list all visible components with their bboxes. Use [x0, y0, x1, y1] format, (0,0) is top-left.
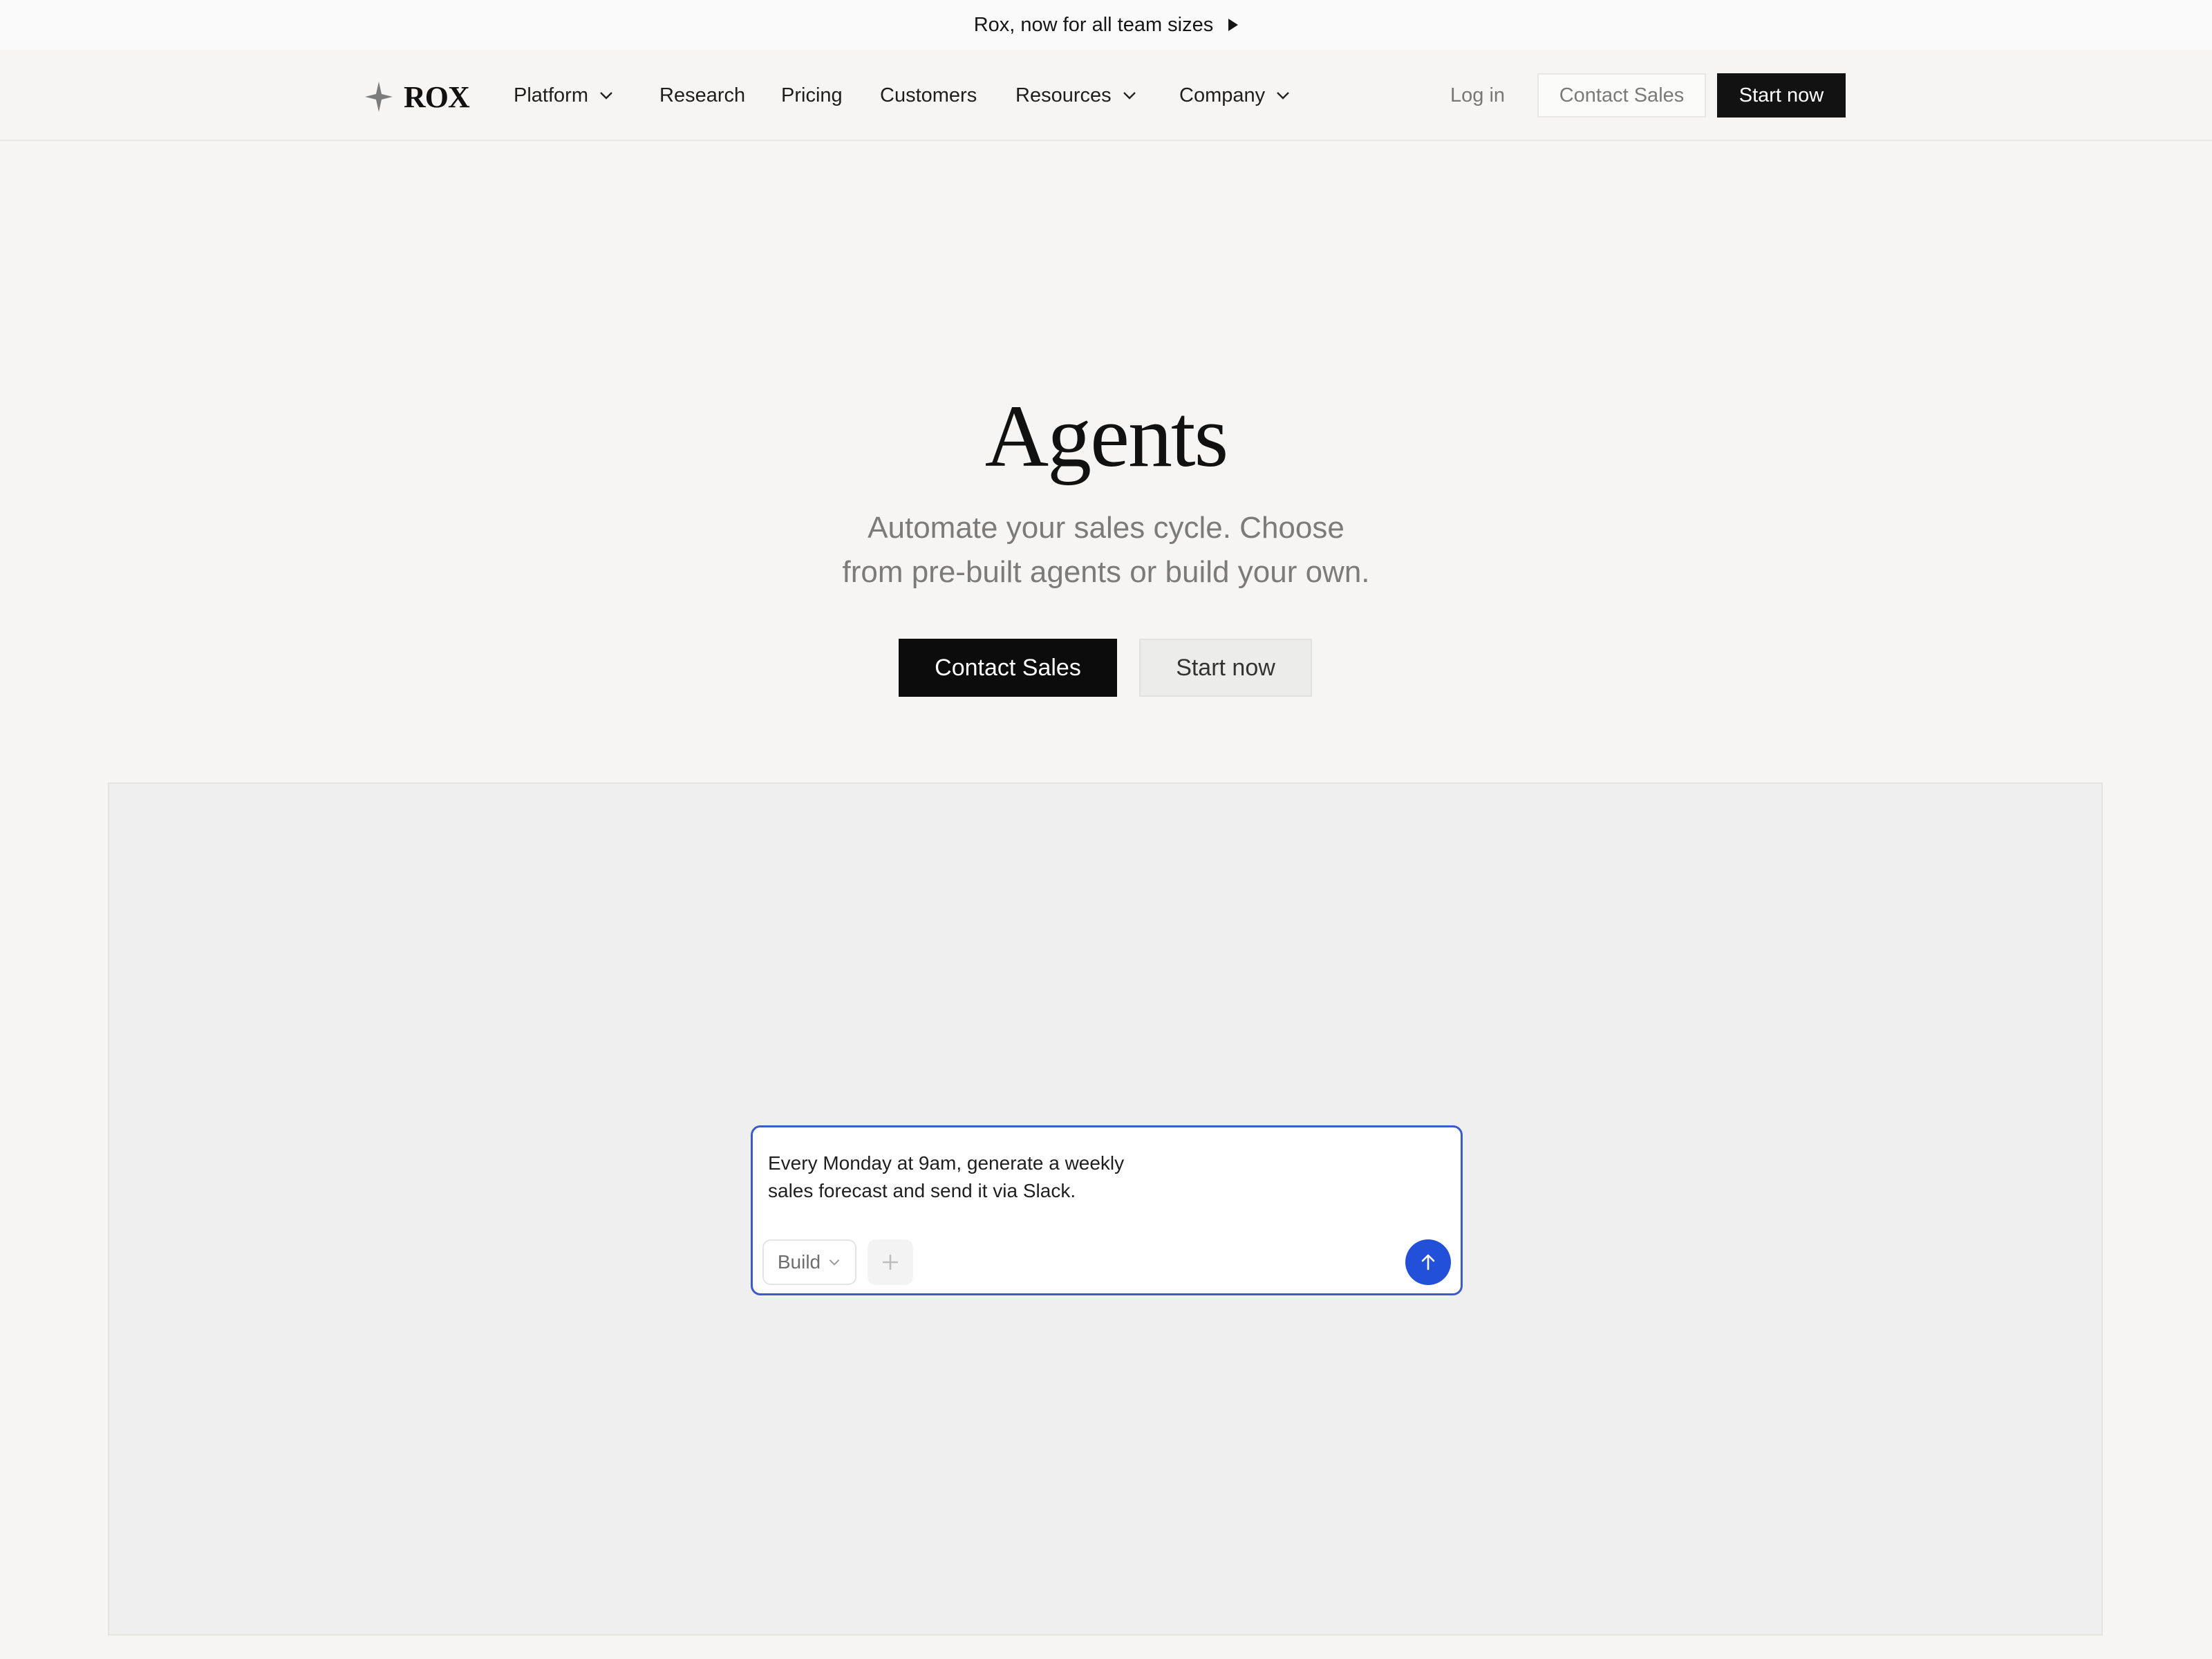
- composer-text-line: sales forecast and send it via Slack.: [768, 1180, 1076, 1201]
- hero-subtitle-line: Automate your sales cycle. Choose: [868, 511, 1344, 545]
- send-button[interactable]: [1405, 1239, 1451, 1285]
- add-button[interactable]: [868, 1239, 913, 1285]
- nav-item-label: Research: [659, 84, 746, 106]
- hero-start-now-button[interactable]: Start now: [1139, 639, 1312, 697]
- agent-demo-panel: Every Monday at 9am, generate a weekly s…: [108, 782, 2103, 1635]
- mode-select[interactable]: Build: [762, 1239, 856, 1285]
- nav-item-company[interactable]: Company: [1179, 82, 1291, 109]
- play-icon: [1228, 19, 1239, 31]
- login-link[interactable]: Log in: [1450, 82, 1505, 109]
- hero-subtitle: Automate your sales cycle. Choose from p…: [760, 506, 1452, 594]
- composer-text-line: Every Monday at 9am, generate a weekly: [768, 1152, 1125, 1174]
- page-title: Agents: [984, 387, 1229, 485]
- hero-contact-sales-button[interactable]: Contact Sales: [899, 639, 1117, 697]
- nav-item-label: Resources: [1015, 84, 1112, 106]
- nav-item-customers[interactable]: Customers: [880, 82, 977, 109]
- nav-item-pricing[interactable]: Pricing: [781, 82, 843, 109]
- agent-composer[interactable]: Every Monday at 9am, generate a weekly s…: [751, 1125, 1463, 1295]
- nav-item-label: Customers: [880, 84, 977, 106]
- chevron-down-icon: [1123, 92, 1136, 100]
- nav-start-now-button[interactable]: Start now: [1717, 73, 1846, 118]
- nav-item-platform[interactable]: Platform: [514, 82, 615, 109]
- announcement-text: Rox, now for all team sizes: [973, 13, 1214, 36]
- hero-subtitle-line: from pre-built agents or build your own.: [842, 555, 1370, 589]
- chevron-down-icon: [829, 1259, 840, 1266]
- nav-item-resources[interactable]: Resources: [1015, 82, 1138, 109]
- arrow-up-icon: [1421, 1254, 1435, 1271]
- mode-select-label: Build: [777, 1251, 821, 1273]
- top-nav: ROX Platform Research Pricing Customers …: [0, 50, 2212, 141]
- nav-item-research[interactable]: Research: [659, 82, 745, 109]
- nav-item-label: Pricing: [781, 84, 843, 106]
- nav-item-label: Platform: [514, 84, 588, 106]
- logo[interactable]: ROX: [364, 79, 470, 115]
- announcement-bar[interactable]: Rox, now for all team sizes: [0, 0, 2212, 50]
- chevron-down-icon: [1277, 92, 1289, 100]
- nav-item-label: Company: [1179, 84, 1266, 106]
- logo-text: ROX: [404, 79, 470, 114]
- sparkle-icon: [365, 82, 393, 112]
- chevron-down-icon: [600, 92, 612, 100]
- plus-icon: [883, 1255, 898, 1270]
- nav-contact-sales-button[interactable]: Contact Sales: [1537, 73, 1706, 118]
- composer-input[interactable]: Every Monday at 9am, generate a weekly s…: [768, 1150, 1183, 1205]
